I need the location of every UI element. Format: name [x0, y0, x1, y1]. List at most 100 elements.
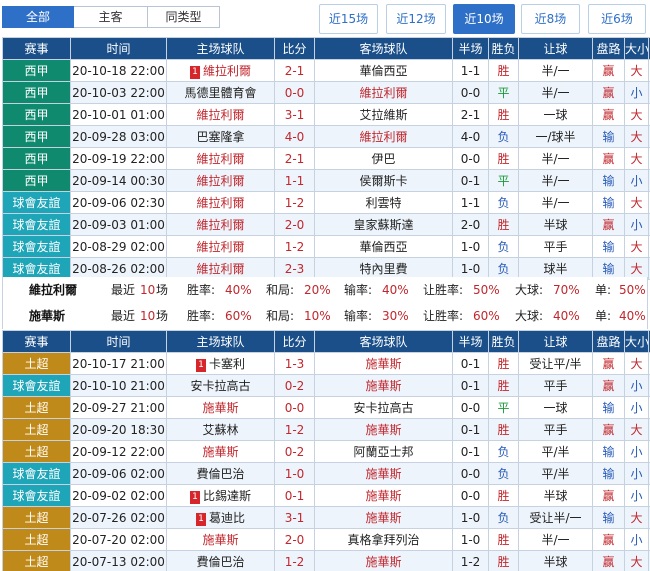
match-score[interactable]: 1-2 — [274, 191, 315, 214]
match-row[interactable]: 西甲20-10-18 22:001維拉利爾2-1華倫西亞1-1胜半/一赢大单 — [2, 59, 650, 82]
match-away[interactable]: 利雲特 — [314, 191, 453, 214]
match-league[interactable]: 球會友誼 — [2, 191, 71, 214]
match-row[interactable]: 土超20-07-13 02:00費倫巴治1-2施華斯1-2胜半球赢大单 — [2, 550, 650, 571]
match-score[interactable]: 1-2 — [274, 550, 315, 571]
match-home[interactable]: 馬德里體育會 — [166, 81, 275, 104]
match-home[interactable]: 1 卡塞利 — [166, 352, 275, 375]
match-league[interactable]: 西甲 — [2, 125, 71, 148]
match-row[interactable]: 球會友誼20-09-06 02:30維拉利爾1-2利雲特1-1负半/一输大单 — [2, 191, 650, 214]
match-away[interactable]: 施華斯 — [314, 506, 453, 529]
match-score[interactable]: 2-1 — [274, 147, 315, 170]
match-home[interactable]: 維拉利爾 — [166, 191, 275, 214]
match-away[interactable]: 艾拉維斯 — [314, 103, 453, 126]
tab-last-15[interactable]: 近15场 — [319, 4, 378, 34]
match-home[interactable]: 維拉利爾 — [166, 235, 275, 258]
match-league[interactable]: 球會友誼 — [2, 374, 71, 397]
match-home[interactable]: 維拉利爾 — [166, 147, 275, 170]
match-away[interactable]: 皇家蘇斯達 — [314, 213, 453, 236]
match-row[interactable]: 西甲20-09-14 00:30維拉利爾1-1侯爾斯卡0-1平半/一输小双 — [2, 169, 650, 192]
match-score[interactable]: 0-2 — [274, 374, 315, 397]
match-score[interactable]: 0-0 — [274, 81, 315, 104]
match-home[interactable]: 巴塞隆拿 — [166, 125, 275, 148]
match-away[interactable]: 施華斯 — [314, 462, 453, 485]
match-home[interactable]: 艾蘇林 — [166, 418, 275, 441]
match-row[interactable]: 西甲20-09-28 03:00巴塞隆拿4-0維拉利爾4-0负一/球半输大双 — [2, 125, 650, 148]
match-league[interactable]: 西甲 — [2, 81, 71, 104]
match-home[interactable]: 維拉利爾 — [166, 103, 275, 126]
match-league[interactable]: 西甲 — [2, 147, 71, 170]
match-league[interactable]: 土超 — [2, 440, 71, 463]
match-league[interactable]: 球會友誼 — [2, 213, 71, 236]
match-home[interactable]: 施華斯 — [166, 528, 275, 551]
match-row[interactable]: 西甲20-09-19 22:00維拉利爾2-1伊巴0-0胜半/一赢大单 — [2, 147, 650, 170]
match-home[interactable]: 1 維拉利爾 — [166, 59, 275, 82]
match-score[interactable]: 2-0 — [274, 528, 315, 551]
tab-last-8[interactable]: 近8场 — [521, 4, 580, 34]
match-row[interactable]: 土超20-10-17 21:001卡塞利1-3施華斯0-1胜受让平/半赢大双 — [2, 352, 650, 375]
match-away[interactable]: 華倫西亞 — [314, 235, 453, 258]
match-row[interactable]: 土超20-07-20 02:00施華斯2-0真格拿拜列治1-0胜半/一赢小双 — [2, 528, 650, 551]
match-league[interactable]: 西甲 — [2, 169, 71, 192]
match-row[interactable]: 球會友誼20-09-06 02:00費倫巴治1-0施華斯0-0负平/半输小单 — [2, 462, 650, 485]
match-score[interactable]: 1-3 — [274, 352, 315, 375]
tab-last-6[interactable]: 近6场 — [588, 4, 646, 34]
match-score[interactable]: 0-2 — [274, 440, 315, 463]
match-away[interactable]: 維拉利爾 — [314, 81, 453, 104]
tab-all[interactable]: 全部 — [2, 6, 74, 28]
match-row[interactable]: 土超20-09-20 18:30艾蘇林1-2施華斯0-1胜平手赢大单 — [2, 418, 650, 441]
match-row[interactable]: 球會友誼20-09-02 02:001比錫達斯0-1施華斯0-0胜半球赢小单 — [2, 484, 650, 507]
match-row[interactable]: 土超20-09-27 21:00施華斯0-0安卡拉高古0-0平一球输小双 — [2, 396, 650, 419]
match-score[interactable]: 2-1 — [274, 59, 315, 82]
match-score[interactable]: 3-1 — [274, 506, 315, 529]
match-home[interactable]: 施華斯 — [166, 440, 275, 463]
match-away[interactable]: 侯爾斯卡 — [314, 169, 453, 192]
match-score[interactable]: 0-0 — [274, 396, 315, 419]
match-away[interactable]: 維拉利爾 — [314, 125, 453, 148]
match-score[interactable]: 0-1 — [274, 484, 315, 507]
match-home[interactable]: 費倫巴治 — [166, 550, 275, 571]
match-away[interactable]: 施華斯 — [314, 484, 453, 507]
match-league[interactable]: 土超 — [2, 352, 71, 375]
tab-home-away[interactable]: 主客 — [74, 6, 148, 28]
match-home[interactable]: 維拉利爾 — [166, 213, 275, 236]
match-score[interactable]: 4-0 — [274, 125, 315, 148]
match-row[interactable]: 土超20-09-12 22:00施華斯0-2阿蘭亞士邦0-1负平/半输小双 — [2, 440, 650, 463]
match-league[interactable]: 球會友誼 — [2, 484, 71, 507]
match-home[interactable]: 費倫巴治 — [166, 462, 275, 485]
match-league[interactable]: 球會友誼 — [2, 462, 71, 485]
home-team-name[interactable]: 卡塞利 — [209, 357, 245, 371]
home-team-name[interactable]: 比錫達斯 — [203, 489, 251, 503]
match-away[interactable]: 施華斯 — [314, 374, 453, 397]
match-score[interactable]: 1-0 — [274, 462, 315, 485]
match-away[interactable]: 伊巴 — [314, 147, 453, 170]
match-away[interactable]: 施華斯 — [314, 352, 453, 375]
match-league[interactable]: 土超 — [2, 528, 71, 551]
match-away[interactable]: 華倫西亞 — [314, 59, 453, 82]
match-away[interactable]: 施華斯 — [314, 418, 453, 441]
match-league[interactable]: 西甲 — [2, 103, 71, 126]
match-home[interactable]: 1 比錫達斯 — [166, 484, 275, 507]
match-score[interactable]: 1-1 — [274, 169, 315, 192]
match-score[interactable]: 3-1 — [274, 103, 315, 126]
match-league[interactable]: 土超 — [2, 506, 71, 529]
match-away[interactable]: 阿蘭亞士邦 — [314, 440, 453, 463]
match-score[interactable]: 1-2 — [274, 418, 315, 441]
match-away[interactable]: 安卡拉高古 — [314, 396, 453, 419]
match-row[interactable]: 西甲20-10-03 22:00馬德里體育會0-0維拉利爾0-0平半/一赢小双 — [2, 81, 650, 104]
match-row[interactable]: 球會友誼20-08-29 02:00維拉利爾1-2華倫西亞1-0负平手输大单 — [2, 235, 650, 258]
match-row[interactable]: 球會友誼20-10-10 21:00安卡拉高古0-2施華斯0-1胜平手赢小双 — [2, 374, 650, 397]
match-league[interactable]: 土超 — [2, 550, 71, 571]
match-league[interactable]: 土超 — [2, 418, 71, 441]
tab-last-10[interactable]: 近10场 — [453, 4, 515, 34]
match-away[interactable]: 施華斯 — [314, 550, 453, 571]
match-home[interactable]: 1 葛迪比 — [166, 506, 275, 529]
match-row[interactable]: 土超20-07-26 02:001葛迪比3-1施華斯1-0负受让半/一输大双 — [2, 506, 650, 529]
match-home[interactable]: 安卡拉高古 — [166, 374, 275, 397]
match-score[interactable]: 1-2 — [274, 235, 315, 258]
match-score[interactable]: 2-0 — [274, 213, 315, 236]
match-row[interactable]: 球會友誼20-09-03 01:00維拉利爾2-0皇家蘇斯達2-0胜半球赢小双 — [2, 213, 650, 236]
match-row[interactable]: 西甲20-10-01 01:00維拉利爾3-1艾拉維斯2-1胜一球赢大双 — [2, 103, 650, 126]
tab-same-type[interactable]: 同类型 — [148, 6, 220, 28]
match-league[interactable]: 球會友誼 — [2, 235, 71, 258]
match-league[interactable]: 土超 — [2, 396, 71, 419]
